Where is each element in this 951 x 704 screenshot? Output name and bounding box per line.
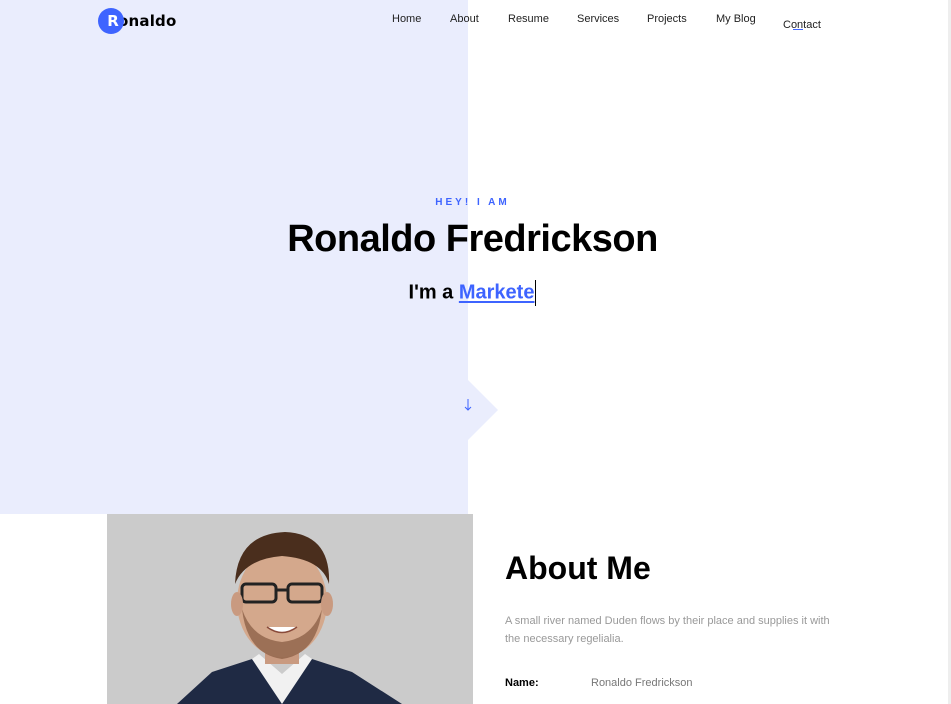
profile-photo-illustration — [107, 514, 473, 704]
nav-active-indicator — [793, 29, 803, 30]
hero-title: Ronaldo Fredrickson — [287, 218, 658, 260]
arrow-down-icon-svg — [464, 399, 472, 411]
logo-initial: R — [107, 12, 119, 30]
nav-item-about[interactable]: About — [450, 13, 479, 25]
nav-item-home[interactable]: Home — [392, 13, 421, 25]
nav-item-services[interactable]: Services — [577, 13, 619, 25]
profile-photo — [107, 514, 473, 704]
hero-typed-text: Markete — [458, 281, 535, 304]
hero-subtitle: I'm a Markete — [0, 280, 945, 306]
nav-item-projects[interactable]: Projects — [647, 13, 687, 25]
nav-item-resume[interactable]: Resume — [508, 13, 549, 25]
typing-cursor — [535, 280, 537, 306]
info-label-name: Name: — [505, 677, 539, 689]
page: R onaldo Home About Resume Services Proj… — [0, 0, 951, 704]
nav-item-my-blog[interactable]: My Blog — [716, 13, 756, 25]
site-logo[interactable]: R onaldo — [98, 8, 177, 34]
info-value-name: Ronaldo Fredrickson — [591, 677, 693, 689]
about-title: About Me — [505, 550, 651, 586]
hero-subtitle-prefix: I'm a — [408, 281, 459, 304]
logo-text: onaldo — [118, 12, 177, 30]
nav-item-contact-wrap: Contact — [783, 13, 821, 32]
logo-circle: R — [98, 8, 124, 34]
about-description: A small river named Duden flows by their… — [505, 615, 830, 645]
arrow-down-icon[interactable] — [459, 398, 477, 418]
hero-kicker: HEY! I AM — [435, 197, 510, 208]
